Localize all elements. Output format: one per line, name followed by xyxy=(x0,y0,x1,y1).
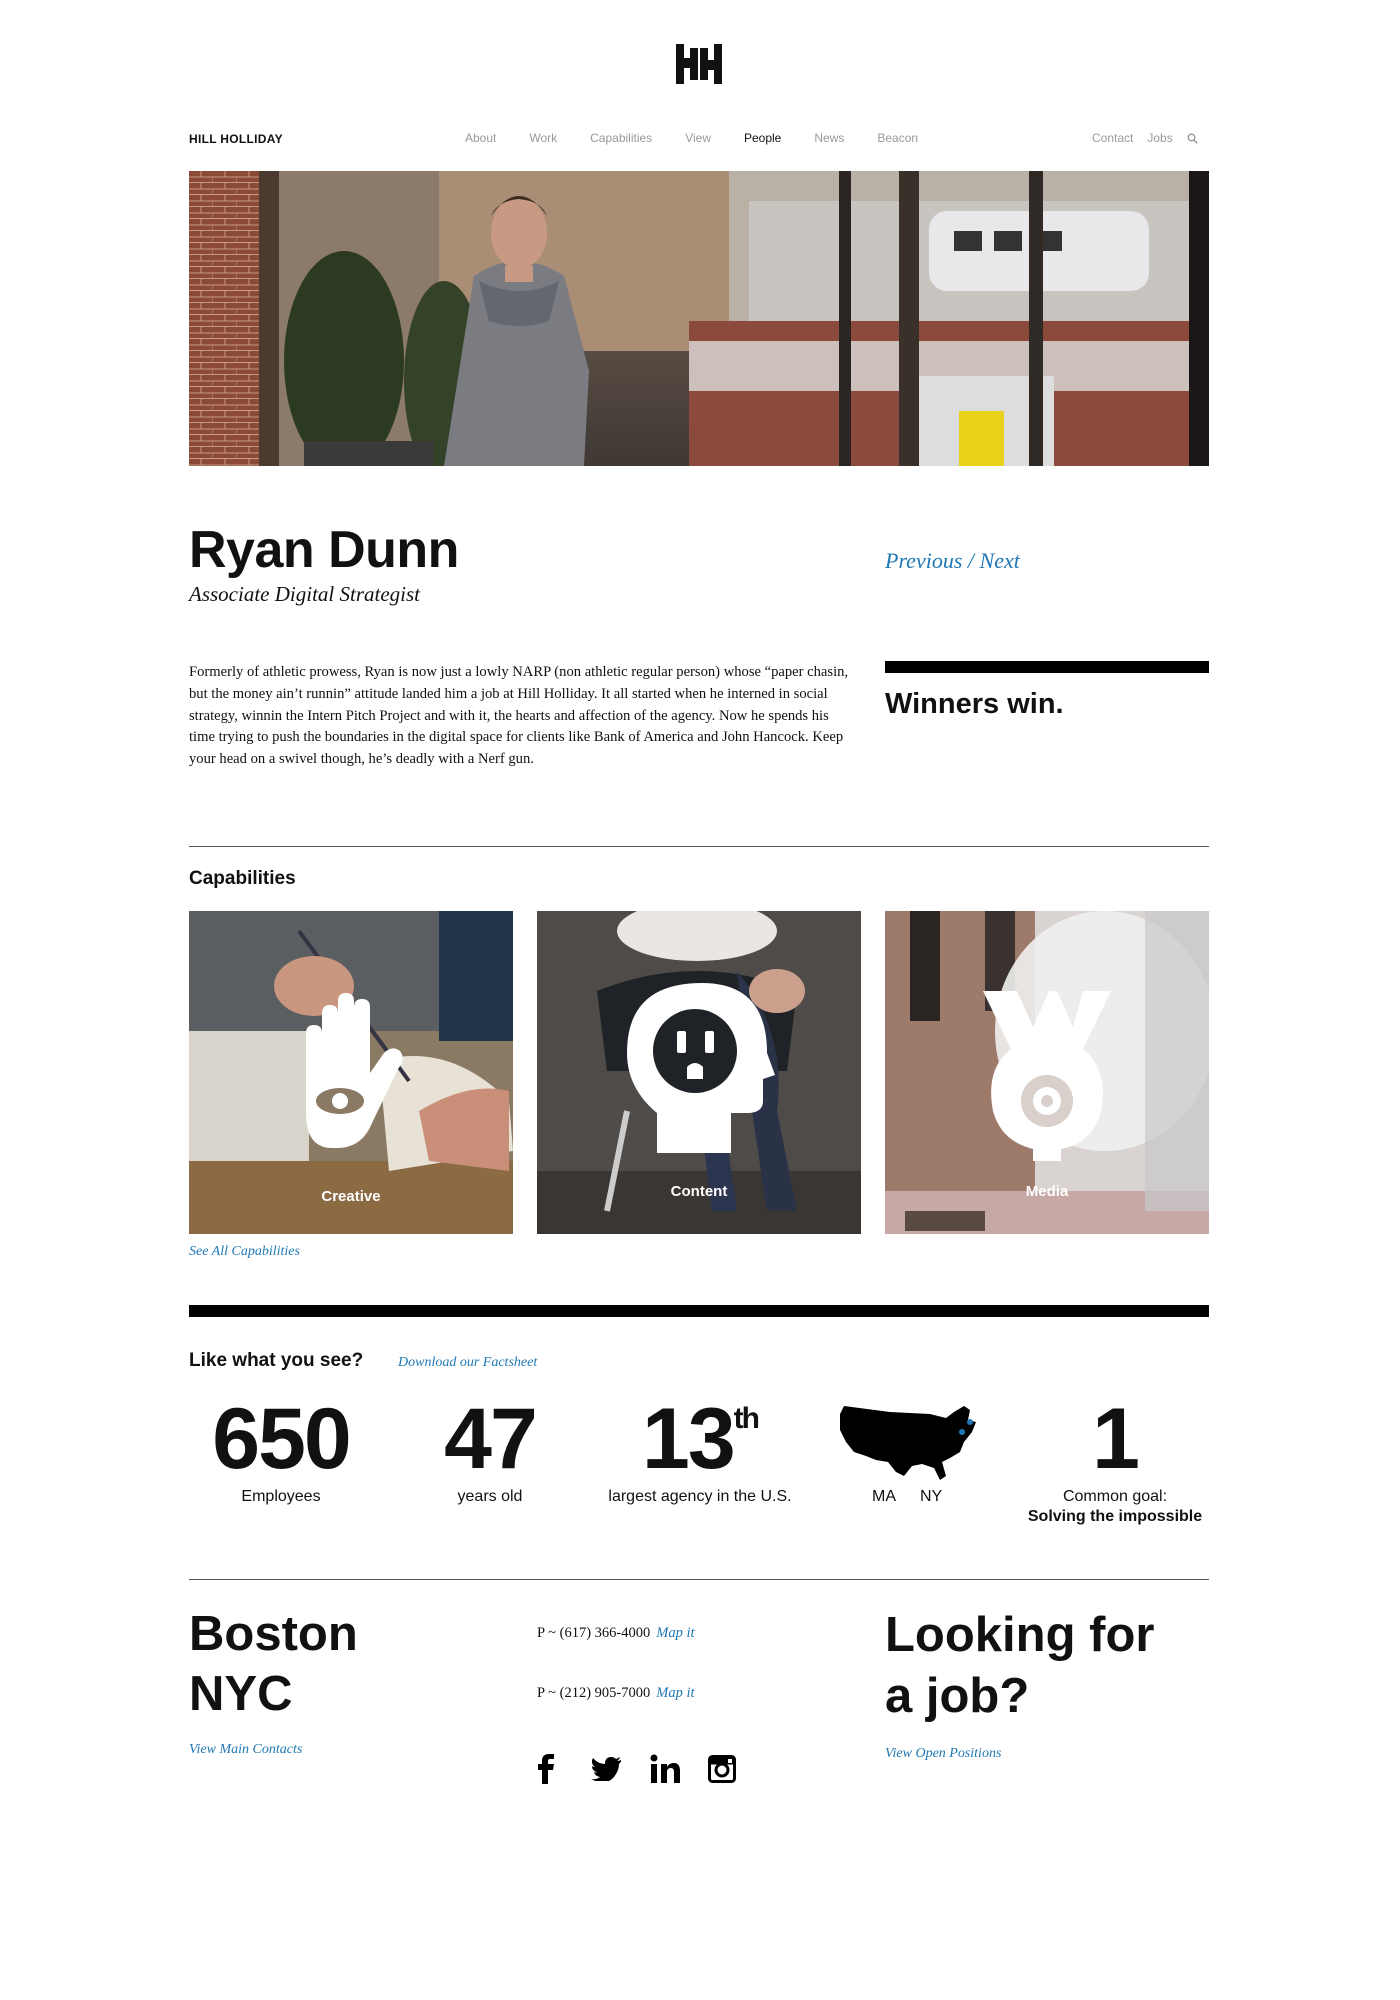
nav-beacon[interactable]: Beacon xyxy=(877,131,918,145)
us-map-icon xyxy=(840,1406,976,1480)
section-divider xyxy=(189,846,1209,847)
job-heading-line1: Looking for xyxy=(885,1608,1155,1662)
stat-goal-bold: Solving the impossible xyxy=(1027,1508,1203,1525)
stat-rank-number: 13th xyxy=(600,1396,800,1482)
main-nav: About Work Capabilities View People News… xyxy=(465,131,951,145)
secondary-nav: Contact Jobs xyxy=(1092,131,1198,145)
brand-name[interactable]: HILL HOLLIDAY xyxy=(189,132,283,146)
capability-tile-media[interactable]: Media xyxy=(885,911,1209,1234)
prev-next-separator: / xyxy=(962,548,980,573)
hh-logo[interactable] xyxy=(672,44,726,84)
hand-eye-icon xyxy=(306,993,403,1148)
section-divider-thick xyxy=(189,1305,1209,1317)
twitter-icon[interactable] xyxy=(591,1757,621,1781)
phone-boston: P ~ (617) 366-4000 Map it xyxy=(537,1625,695,1642)
microphone-target-icon xyxy=(983,991,1111,1161)
phone-nyc: P ~ (212) 905-7000 Map it xyxy=(537,1685,695,1702)
like-heading: Like what you see? xyxy=(189,1350,364,1371)
stat-rank-value: 13 xyxy=(642,1391,736,1487)
instagram-icon[interactable] xyxy=(708,1755,736,1783)
facebook-icon[interactable] xyxy=(533,1754,557,1784)
hero-photo xyxy=(189,171,1209,466)
capability-tile-creative[interactable]: Creative xyxy=(189,911,513,1234)
nav-about[interactable]: About xyxy=(465,131,496,145)
nav-jobs[interactable]: Jobs xyxy=(1147,131,1172,145)
map-it-boston-link[interactable]: Map it xyxy=(656,1625,694,1641)
tile-label-content: Content xyxy=(670,1183,728,1200)
nav-view[interactable]: View xyxy=(685,131,711,145)
tile-label-creative: Creative xyxy=(321,1188,381,1205)
nav-news[interactable]: News xyxy=(814,131,844,145)
nav-people[interactable]: People xyxy=(744,131,781,145)
search-icon[interactable] xyxy=(1187,133,1198,144)
head-outlet-icon xyxy=(627,983,775,1153)
phone-boston-number: P ~ (617) 366-4000 xyxy=(537,1625,651,1641)
person-quote: Winners win. xyxy=(885,688,1064,720)
quote-divider xyxy=(885,661,1209,673)
capabilities-heading: Capabilities xyxy=(189,868,296,889)
prev-next-links: Previous / Next xyxy=(885,548,1020,574)
stat-employees-label: Employees xyxy=(241,1488,321,1505)
looking-for-job-heading: Looking for a job? xyxy=(885,1605,1154,1727)
linkedin-icon[interactable] xyxy=(650,1754,680,1784)
city-boston: Boston xyxy=(189,1607,358,1661)
person-name: Ryan Dunn xyxy=(189,521,459,579)
map-it-nyc-link[interactable]: Map it xyxy=(656,1685,694,1701)
person-bio: Formerly of athletic prowess, Ryan is no… xyxy=(189,664,849,768)
stat-years-label: years old xyxy=(457,1488,523,1505)
stat-years-number: 47 xyxy=(444,1391,538,1487)
capability-tile-content[interactable]: Content xyxy=(537,911,861,1234)
nav-capabilities[interactable]: Capabilities xyxy=(590,131,652,145)
stat-rank-suffix: th xyxy=(733,1402,760,1436)
map-label-ny: NY xyxy=(920,1488,943,1505)
nav-contact[interactable]: Contact xyxy=(1092,131,1133,145)
person-title: Associate Digital Strategist xyxy=(189,582,420,606)
job-heading-line2: a job? xyxy=(885,1669,1030,1723)
phone-nyc-number: P ~ (212) 905-7000 xyxy=(537,1685,651,1701)
tile-label-media: Media xyxy=(1025,1183,1069,1200)
view-main-contacts-link[interactable]: View Main Contacts xyxy=(189,1742,302,1758)
nav-work[interactable]: Work xyxy=(529,131,557,145)
map-label-ma: MA xyxy=(872,1488,896,1505)
see-all-capabilities-link[interactable]: See All Capabilities xyxy=(189,1244,300,1260)
stat-goal-label: Common goal: xyxy=(1062,1488,1168,1505)
footer-divider xyxy=(189,1579,1209,1580)
view-open-positions-link[interactable]: View Open Positions xyxy=(885,1746,1001,1762)
stat-rank-label: largest agency in the U.S. xyxy=(608,1488,792,1505)
previous-link[interactable]: Previous xyxy=(885,548,962,573)
download-factsheet-link[interactable]: Download our Factsheet xyxy=(398,1355,537,1371)
stat-employees-number: 650 xyxy=(212,1391,352,1487)
stat-goal-number: 1 xyxy=(1092,1391,1140,1487)
next-link[interactable]: Next xyxy=(980,548,1020,573)
city-nyc: NYC xyxy=(189,1667,293,1721)
